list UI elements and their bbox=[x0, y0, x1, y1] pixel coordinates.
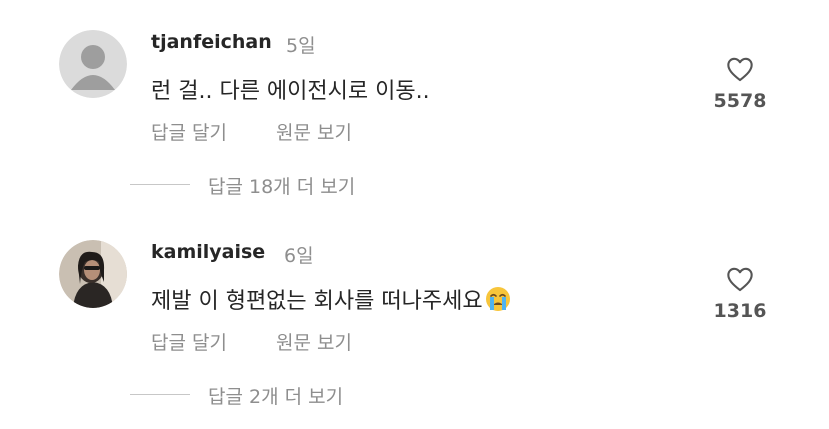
reply-button[interactable]: 답글 달기 bbox=[151, 328, 227, 355]
see-original-button[interactable]: 원문 보기 bbox=[276, 118, 352, 145]
like-group: 5578 bbox=[710, 56, 770, 112]
reply-divider bbox=[130, 394, 190, 395]
crying-face-icon bbox=[485, 286, 511, 318]
comment-time: 5일 bbox=[286, 35, 316, 57]
comment-time: 6일 bbox=[284, 245, 314, 267]
comment-item: tjanfeichan 5일 런 걸.. 다른 에이전시로 이동.. 답글 달기… bbox=[0, 0, 829, 210]
comment-item: kamilyaise 6일 제발 이 형편없는 회사를 떠나주세요 답글 달기 … bbox=[0, 210, 829, 429]
like-count: 5578 bbox=[713, 90, 767, 112]
see-original-button[interactable]: 원문 보기 bbox=[276, 328, 352, 355]
like-group: 1316 bbox=[710, 266, 770, 322]
heart-icon[interactable] bbox=[726, 56, 754, 82]
view-replies-label: 답글 18개 더 보기 bbox=[208, 176, 356, 198]
comment-username[interactable]: kamilyaise bbox=[151, 241, 265, 263]
comment-text: 런 걸.. 다른 에이전시로 이동.. bbox=[151, 79, 430, 104]
reply-button[interactable]: 답글 달기 bbox=[151, 118, 227, 145]
reply-divider bbox=[130, 184, 190, 185]
heart-icon[interactable] bbox=[726, 266, 754, 292]
default-avatar-icon[interactable] bbox=[59, 30, 127, 98]
comment-text-content: 제발 이 형편없는 회사를 떠나주세요 bbox=[151, 289, 483, 314]
comment-text: 제발 이 형편없는 회사를 떠나주세요 bbox=[151, 283, 511, 318]
like-count: 1316 bbox=[713, 300, 767, 322]
comment-username[interactable]: tjanfeichan bbox=[151, 31, 272, 53]
view-replies-label: 답글 2개 더 보기 bbox=[208, 386, 344, 408]
profile-photo-avatar[interactable] bbox=[59, 240, 127, 308]
